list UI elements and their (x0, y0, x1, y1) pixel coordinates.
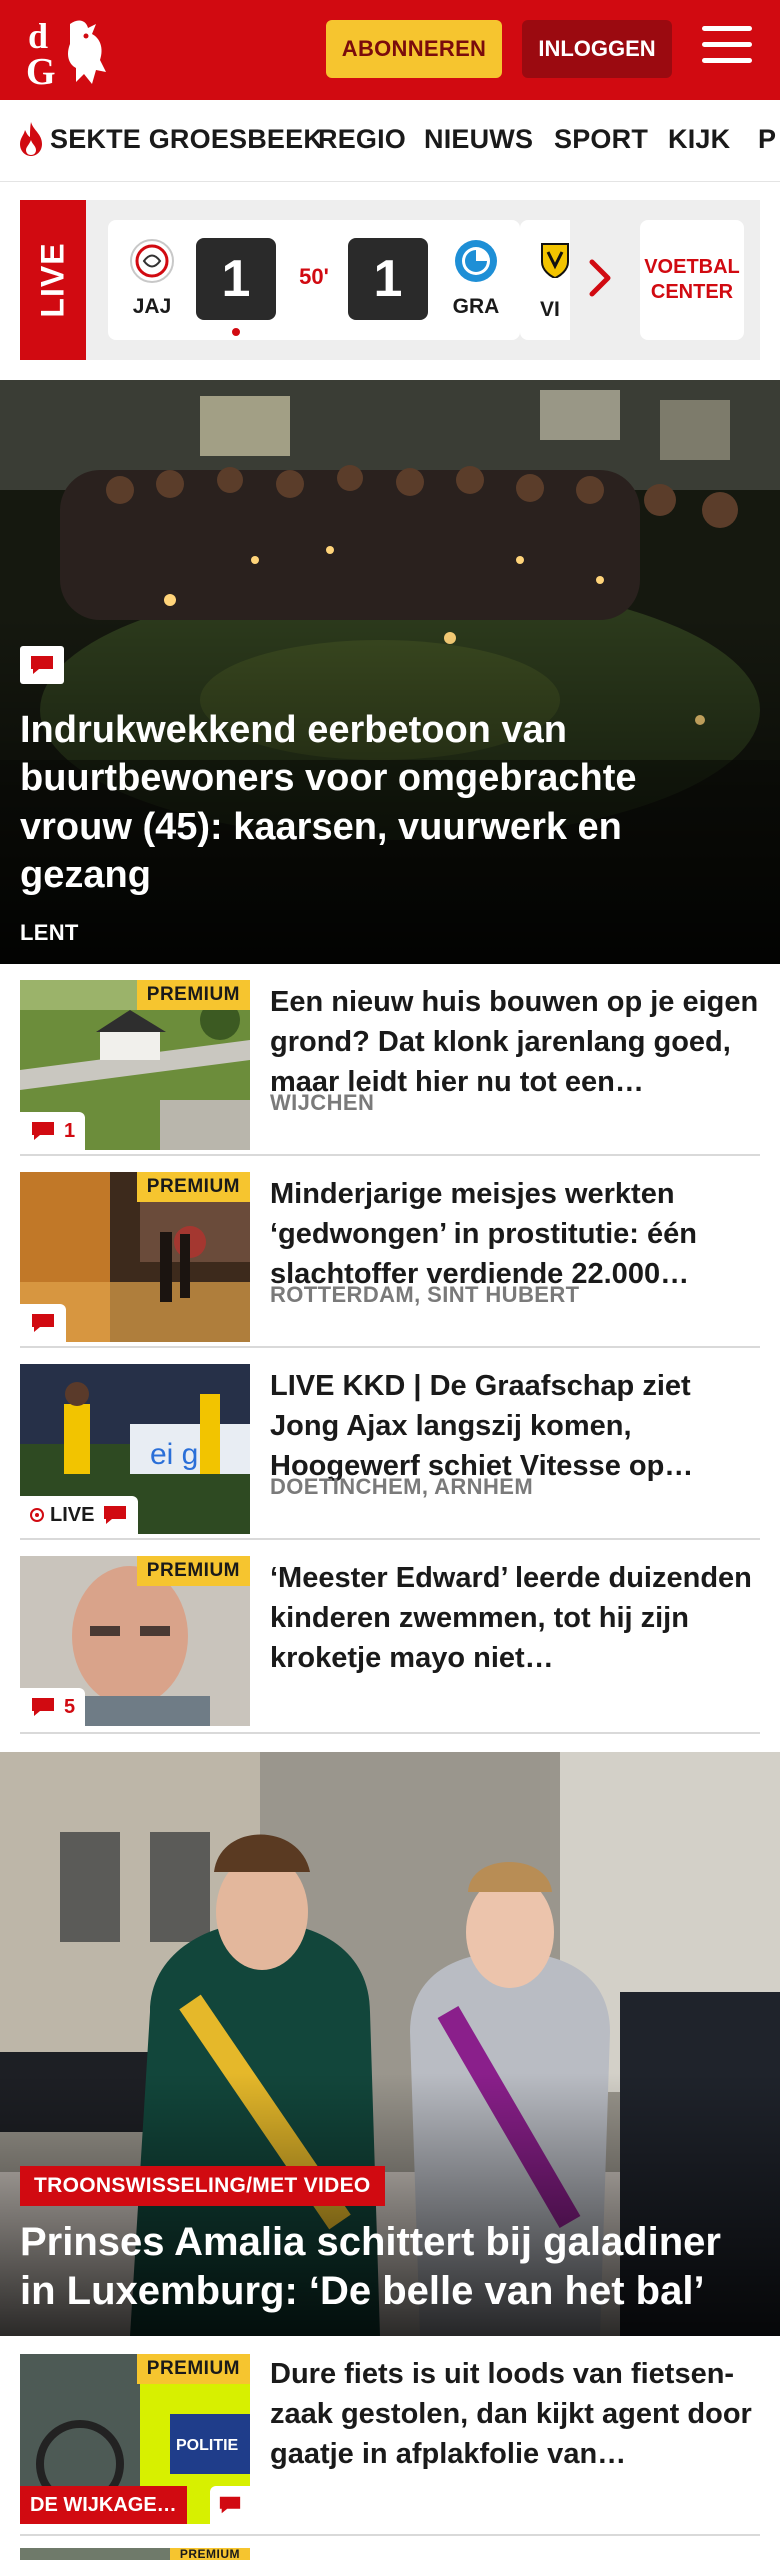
list-item[interactable]: POLITIE PREMIUM DE WIJKAGE… Dure fiets i… (20, 2336, 760, 2536)
comment-badge[interactable] (20, 1304, 66, 1342)
article-place: DOETINCHEM, ARNHEM (270, 1474, 534, 1499)
nav-item-regio[interactable]: REGIO (318, 124, 406, 155)
comment-count-badge[interactable]: 5 (20, 1688, 86, 1726)
chevron-right-icon[interactable] (588, 258, 614, 298)
comment-count-badge[interactable]: 1 (20, 1112, 86, 1150)
vitesse-crest-icon (541, 243, 569, 278)
live-label: LIVE (50, 1503, 95, 1526)
article-place: WIJCHEN (270, 1090, 375, 1115)
hero-title[interactable]: Indrukwekkend eerbetoon van buurtbewoner… (20, 706, 740, 899)
nav-item-sport[interactable]: SPORT (554, 124, 648, 155)
top-header: d G ABONNEREN INLOGGEN (0, 0, 780, 100)
away-score: 1 (348, 238, 428, 320)
nav-item-kijk[interactable]: KIJK (668, 124, 730, 155)
article-thumbnail: PREMIUM (20, 1172, 250, 1342)
article-thumbnail: ei gr LIVE (20, 1364, 250, 1534)
article-thumbnail: PREMIUM 5 (20, 1556, 250, 1726)
svg-text:ei gr: ei gr (150, 1438, 208, 1471)
list-item[interactable]: PREMIUM 5 ‘Meester Edward’ leerde duizen… (20, 1540, 760, 1734)
comment-icon (32, 1122, 54, 1140)
svg-text:POLITIE: POLITIE (176, 2437, 239, 2454)
article-title[interactable]: Een nieuw huis bouwen op je eigen grond?… (270, 982, 760, 1102)
next-article-thumbnail-peek: PREMIUM (20, 2548, 250, 2560)
hero-article[interactable]: Indrukwekkend eerbetoon van buurtbewoner… (0, 380, 780, 964)
live-scores-bar: LIVE JAJ 1 50' 1 GRA VI VOETBAL CENTER (20, 200, 760, 360)
away-team-abbr: GRA (452, 295, 500, 318)
live-dot (230, 326, 242, 338)
nav-item-sekte-groesbeek[interactable]: SEKTE GROESBEEK (50, 124, 323, 155)
live-tab[interactable]: LIVE (20, 200, 86, 360)
hero-place: LENT (20, 920, 79, 945)
jong-ajax-crest-icon (130, 239, 174, 283)
comment-icon (219, 2496, 241, 2514)
live-tab-label: LIVE (34, 242, 71, 318)
comment-count: 1 (64, 1119, 76, 1142)
comment-badge[interactable] (210, 2486, 250, 2524)
svg-text:G: G (26, 51, 56, 88)
svg-text:d: d (28, 16, 48, 56)
comment-badge[interactable] (20, 646, 64, 684)
voetbal-center-label-1: VOETBAL (644, 256, 740, 278)
list-item[interactable]: PREMIUM 1 Een nieuw huis bouwen op je ei… (20, 964, 760, 1156)
away-team: GRA (446, 238, 506, 319)
article-thumbnail: POLITIE PREMIUM DE WIJKAGE… (20, 2354, 250, 2524)
article-title[interactable]: LIVE KKD | De Graafschap ziet Jong Ajax … (270, 1366, 760, 1486)
live-dot-icon (30, 1508, 44, 1522)
de-graafschap-crest-icon (455, 240, 497, 282)
premium-badge: PREMIUM (136, 1172, 250, 1202)
feature-title[interactable]: Prinses Amalia schittert bij galadiner i… (20, 2218, 760, 2316)
menu-icon[interactable] (702, 26, 752, 72)
article-title[interactable]: ‘Meester Edward’ leerde duizenden kinder… (270, 1558, 760, 1678)
comment-icon (32, 1314, 54, 1332)
feature-article[interactable]: TROONSWISSELING/MET VIDEO Prinses Amalia… (0, 1752, 780, 2336)
nav-item-nieuws[interactable]: NIEUWS (424, 124, 533, 155)
next-match-card[interactable]: VI (520, 220, 570, 340)
live-comment-badge[interactable]: LIVE (20, 1496, 139, 1534)
comment-icon (104, 1506, 127, 1524)
article-place: ROTTERDAM, SINT HUBERT (270, 1282, 580, 1307)
premium-badge: PREMIUM (136, 980, 250, 1010)
article-title[interactable]: Minderjarige meisjes werkten ‘gedwongen’… (270, 1174, 760, 1294)
column-tag: DE WIJKAGE… (20, 2486, 187, 2524)
home-score: 1 (196, 238, 276, 320)
feature-tag: TROONSWISSELING/MET VIDEO (20, 2166, 385, 2206)
voetbal-center-label-2: CENTER (650, 281, 734, 303)
premium-badge: PREMIUM (136, 2354, 250, 2384)
subscribe-button[interactable]: ABONNEREN (326, 20, 502, 78)
list-item[interactable]: ei gr LIVE LIVE KKD | De Graafschap ziet… (20, 1348, 760, 1540)
match-minute: 50' (299, 264, 329, 289)
article-title[interactable]: Dure fiets is uit loods van fietsen-zaak… (270, 2354, 760, 2474)
premium-badge: PREMIUM (136, 1556, 250, 1586)
match-card[interactable]: JAJ 1 50' 1 GRA (108, 220, 520, 340)
article-thumbnail: PREMIUM 1 (20, 980, 250, 1150)
nav-item-truncated[interactable]: P (758, 124, 776, 155)
live-indicator: LIVE (30, 1504, 94, 1527)
section-nav: SEKTE GROESBEEK REGIO NIEUWS SPORT KIJK … (0, 100, 780, 182)
flame-icon (20, 122, 42, 156)
comment-icon (32, 1698, 54, 1716)
premium-badge: PREMIUM (169, 2548, 250, 2560)
next-match-home-abbr: VI (540, 298, 560, 321)
home-team: JAJ (122, 238, 182, 319)
voetbal-center-button[interactable]: VOETBAL CENTER (640, 220, 744, 340)
dg-logo[interactable]: d G (26, 14, 112, 88)
list-item[interactable]: PREMIUM Minderjarige meisjes werkten ‘ge… (20, 1156, 760, 1348)
login-button[interactable]: INLOGGEN (522, 20, 672, 78)
comment-icon (31, 656, 53, 674)
home-team-abbr: JAJ (132, 295, 172, 318)
comment-count: 5 (64, 1695, 76, 1718)
